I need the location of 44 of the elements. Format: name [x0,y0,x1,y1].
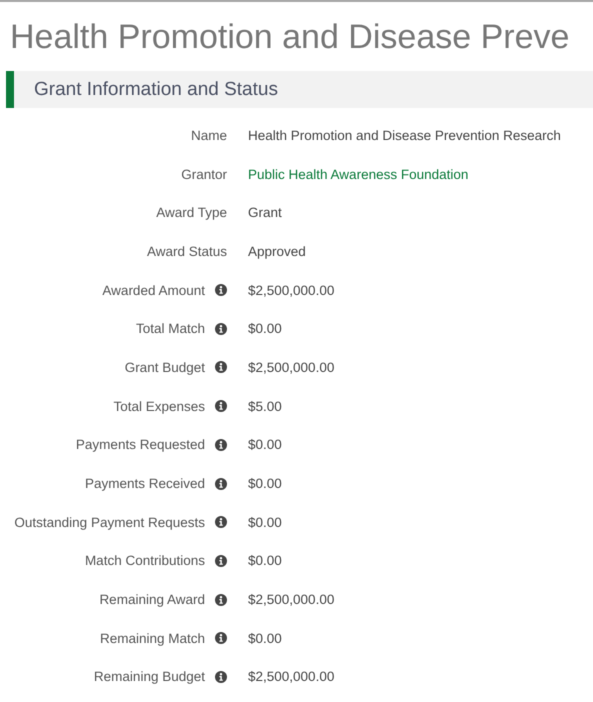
field-label: Awarded Amount [102,282,205,298]
info-icon[interactable] [215,594,227,606]
field-value: $0.00 [248,553,282,568]
field-label: Payments Received [84,476,205,492]
field-label: Remaining Award [99,592,205,608]
grantor-link[interactable]: Public Health Awareness Foundation [248,166,468,182]
field-value: $0.00 [248,630,282,646]
field-label: Grant Budget [124,360,205,375]
info-icon[interactable] [215,516,227,528]
field-label: Outstanding Payment Requests [14,514,205,530]
field-label: Award Type [156,205,227,220]
field-label: Match Contributions [84,553,205,568]
info-icon[interactable] [215,284,227,296]
field-value: $0.00 [248,476,282,492]
field-label: Payments Requested [76,437,205,452]
field-label: Total Expenses [113,398,205,414]
field-value: $2,500,000.00 [248,282,334,298]
info-icon[interactable] [215,632,227,644]
field-label: Name [190,128,227,143]
field-value: $0.00 [248,321,282,336]
field-value: $0.00 [248,514,282,530]
field-value: Grant [248,205,282,220]
info-icon[interactable] [215,361,227,374]
info-icon[interactable] [215,438,227,451]
field-value: $2,500,000.00 [248,592,334,608]
field-value: $5.00 [248,398,282,414]
field-label: Remaining Match [100,630,205,646]
field-label: Grantor [181,166,227,182]
page-title: Health Promotion and Disease Preve [10,17,570,58]
section-title: Grant Information and Status [34,78,278,100]
field-value: Approved [248,244,306,259]
info-icon[interactable] [215,400,227,412]
info-icon[interactable] [215,322,227,335]
info-icon[interactable] [215,478,227,490]
field-value: $0.00 [248,437,282,452]
accent-bar [6,71,14,108]
info-icon[interactable] [215,554,227,567]
field-value: Health Promotion and Disease Prevention Research [248,128,561,143]
field-label: Award Status [146,244,227,259]
field-value: $2,500,000.00 [248,360,334,375]
field-value: $2,500,000.00 [248,669,334,684]
field-label: Total Match [136,321,205,336]
info-icon[interactable] [215,670,227,683]
field-label: Remaining Budget [94,669,205,684]
